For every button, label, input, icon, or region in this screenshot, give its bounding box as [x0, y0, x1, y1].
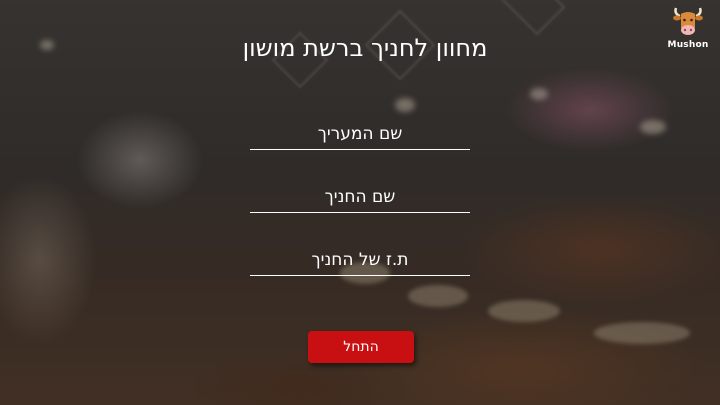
trainee-id-input[interactable] — [250, 238, 470, 275]
evaluator-name-input[interactable] — [250, 112, 470, 149]
cow-head-icon — [673, 4, 703, 38]
logo-text: Mushon — [667, 40, 709, 50]
start-button[interactable]: התחל — [308, 331, 414, 363]
mushon-logo: Mushon — [668, 4, 708, 56]
trainee-name-field — [250, 175, 470, 213]
trainee-form — [250, 112, 470, 301]
trainee-id-field — [250, 238, 470, 276]
trainee-name-input[interactable] — [250, 175, 470, 212]
evaluator-name-field — [250, 112, 470, 150]
page-title: מחוון לחניך ברשת מושון — [242, 34, 488, 62]
